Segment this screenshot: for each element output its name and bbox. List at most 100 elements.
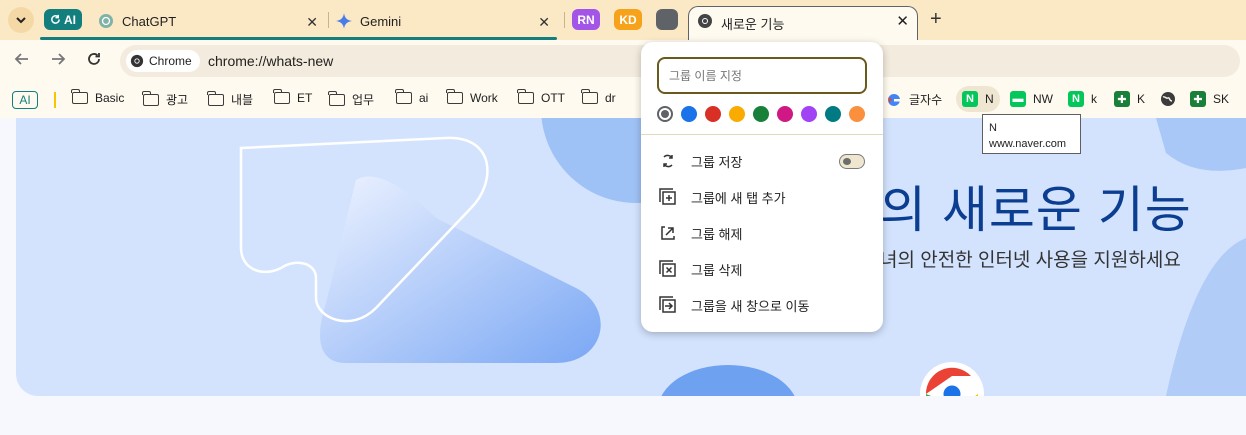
delete-group-icon (659, 260, 677, 278)
color-swatch-pink[interactable] (777, 106, 793, 122)
bookmark-label: k (1091, 92, 1097, 106)
menu-item-delete-group[interactable]: 그룹 삭제 (641, 251, 883, 287)
bookmark-folder-work-kr[interactable]: 업무 (328, 90, 374, 108)
bookmark-folder-et[interactable]: ET (273, 89, 313, 105)
tab-group-ai[interactable]: AI (44, 9, 82, 30)
menu-item-move-to-new-window[interactable]: 그룹을 새 창으로 이동 (641, 287, 883, 323)
bookmark-label: K (1137, 92, 1146, 106)
bookmark-label: SK (1213, 92, 1230, 106)
add-tab-icon (659, 188, 677, 206)
folder-icon (328, 90, 345, 106)
color-swatch-green[interactable] (753, 106, 769, 122)
color-swatch-orange[interactable] (849, 106, 865, 122)
bookmark-label: Work (470, 91, 498, 105)
tab-group-kd[interactable]: KD (614, 9, 642, 30)
naver-icon: N (1068, 91, 1084, 107)
chrome-icon (697, 13, 713, 34)
tab-chatgpt[interactable]: ChatGPT ✕ (98, 6, 324, 36)
tab-group-rn[interactable]: RN (572, 9, 600, 30)
arrow-right-icon (52, 53, 66, 65)
bookmark-folder-basic[interactable]: Basic (71, 89, 125, 105)
sheets-icon: ✚ (1190, 91, 1206, 107)
sync-icon (659, 152, 677, 170)
save-group-toggle[interactable] (839, 154, 865, 169)
tab-title: 새로운 기능 (721, 17, 785, 32)
tab-whats-new[interactable]: 새로운 기능 ✕ (688, 6, 918, 42)
forward-button[interactable] (50, 51, 66, 72)
tab-title: Gemini (360, 13, 402, 29)
bookmark-label: Basic (95, 91, 125, 105)
tab-group-kd-label: KD (619, 12, 637, 27)
bookmark-naver-webmaster[interactable]: ▬ NW (1010, 91, 1053, 107)
menu-item-ungroup[interactable]: 그룹 해제 (641, 215, 883, 251)
group-color-picker (657, 106, 865, 122)
color-swatch-cyan[interactable] (825, 106, 841, 122)
hero-subtitle: 녀의 안전한 인터넷 사용을 지원하세요 (880, 250, 1181, 271)
menu-item-label: 그룹에 새 탭 추가 (691, 190, 786, 206)
bookmark-folder-work[interactable]: Work (446, 89, 498, 105)
bookmark-folder-dr[interactable]: dr (581, 89, 616, 105)
bookmark-folder-naebl[interactable]: 내블 (207, 90, 253, 108)
bookmark-label: NW (1033, 92, 1053, 106)
color-swatch-blue[interactable] (681, 106, 697, 122)
menu-item-save-group[interactable]: 그룹 저장 (641, 143, 883, 179)
chevron-down-icon (16, 17, 26, 24)
bookmark-sheets-sk[interactable]: ✚ SK (1190, 91, 1229, 107)
bookmark-char-count[interactable]: 글자수 (886, 91, 942, 108)
tab-separator (564, 12, 565, 28)
toolbar: Chrome chrome://whats-new (0, 40, 1246, 82)
move-window-icon (659, 296, 677, 314)
bookmark-folder-ott[interactable]: OTT (517, 89, 565, 105)
group-name-input[interactable] (657, 57, 867, 94)
tab-group-unnamed[interactable] (656, 9, 678, 30)
bookmark-label: ET (297, 91, 313, 105)
close-icon[interactable]: ✕ (306, 14, 318, 31)
bookmark-separator (54, 92, 56, 108)
google-docs-icon (887, 93, 900, 106)
bookmark-group-ai-label: AI (19, 93, 31, 107)
chatgpt-icon (98, 13, 114, 29)
bookmark-naver-k[interactable]: N k (1068, 91, 1097, 107)
folder-icon (273, 89, 290, 104)
tab-group-editor: 그룹 저장 그룹에 새 탭 추가 그룹 해제 그룹 삭제 그룹을 새 창으로 이… (641, 42, 883, 332)
menu-item-label: 그룹 해제 (691, 226, 743, 242)
bookmark-naver[interactable]: N N (956, 86, 1000, 112)
menu-item-add-tab[interactable]: 그룹에 새 탭 추가 (641, 179, 883, 215)
tooltip-url: www.naver.com (989, 138, 1067, 150)
reload-button[interactable] (86, 51, 102, 72)
new-tab-button[interactable]: + (930, 8, 942, 31)
bookmark-label: 글자수 (909, 93, 943, 107)
bookmark-globe[interactable] (1160, 91, 1176, 107)
tab-search-button[interactable] (8, 7, 34, 33)
menu-item-label: 그룹 삭제 (691, 262, 743, 278)
menu-item-label: 그룹을 새 창으로 이동 (691, 298, 810, 314)
gemini-icon (336, 13, 352, 29)
tab-separator (328, 12, 329, 28)
color-swatch-yellow[interactable] (729, 106, 745, 122)
bookmark-group-ai[interactable]: AI (12, 91, 38, 109)
close-icon[interactable]: ✕ (896, 12, 909, 30)
hero-title: 의 새로운 기능 (880, 182, 1192, 238)
back-button[interactable] (14, 51, 30, 72)
folder-icon (207, 90, 224, 106)
bookmark-folder-ad[interactable]: 광고 (142, 90, 189, 108)
bookmark-tooltip: N www.naver.com (982, 114, 1081, 154)
sheets-icon: ✚ (1114, 91, 1130, 107)
chrome-icon (130, 54, 144, 68)
folder-icon (517, 89, 534, 104)
folder-icon (581, 89, 598, 104)
site-info-chip[interactable]: Chrome (126, 50, 200, 72)
color-swatch-purple[interactable] (801, 106, 817, 122)
arrow-left-icon (14, 53, 28, 65)
tab-strip: AI ChatGPT ✕ Gemini ✕ RN KD 새로운 기능 ✕ + (0, 0, 1246, 42)
url-text: chrome://whats-new (208, 53, 334, 69)
close-icon[interactable]: ✕ (538, 14, 550, 31)
tooltip-title: N (989, 122, 997, 134)
tab-gemini[interactable]: Gemini ✕ (336, 6, 556, 36)
color-swatch-grey[interactable] (657, 106, 673, 122)
bookmark-folder-ai[interactable]: ai (395, 89, 428, 105)
bookmark-sheets-k[interactable]: ✚ K (1114, 91, 1145, 107)
color-swatch-red[interactable] (705, 106, 721, 122)
bookmark-label: 광고 (166, 93, 189, 107)
menu-item-label: 그룹 저장 (691, 154, 743, 170)
